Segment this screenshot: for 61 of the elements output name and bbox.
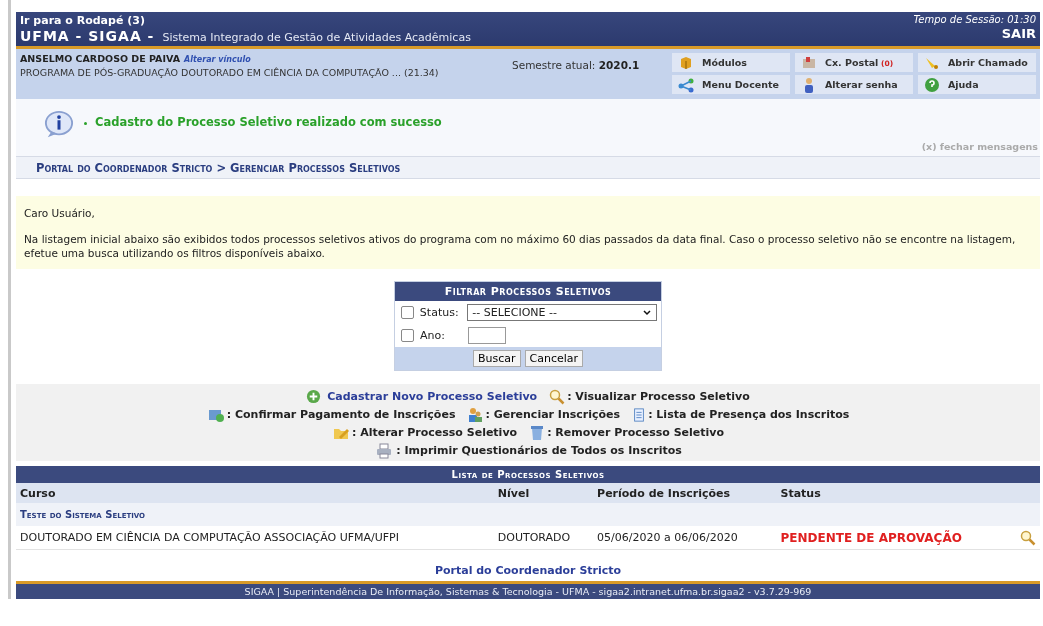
add-link[interactable]: Cadastrar Novo Processo Seletivo (327, 390, 538, 403)
help-icon (924, 76, 940, 93)
panel-title: Filtrar Processos Seletivos (395, 282, 661, 301)
column-header: Período de Inscrições (593, 483, 777, 503)
change-link[interactable]: Alterar vínculo (184, 55, 251, 64)
menu-item[interactable]: Menu Docente (672, 75, 790, 94)
session-timer: Tempo de Sessão: 01:30 (913, 14, 1036, 25)
legend-label: : Gerenciar Inscrições (485, 408, 621, 421)
chevron-down-icon (642, 308, 652, 317)
network-icon (678, 76, 694, 93)
menu-item[interactable]: Alterar senha (795, 75, 913, 94)
year-field[interactable] (468, 327, 506, 344)
semester-value: 2020.1 (598, 59, 640, 71)
menu-item[interactable]: Módulos (672, 53, 790, 72)
legend-label: : Remover Processo Seletivo (547, 426, 725, 439)
menu-item[interactable]: Abrir Chamado (918, 53, 1036, 72)
checkbox[interactable] (401, 329, 414, 342)
form-button[interactable]: Buscar (472, 350, 521, 367)
system-name: UFMA - SIGAA - (20, 28, 155, 44)
column-header: Nível (493, 483, 594, 503)
mailbox-icon (801, 54, 817, 71)
search-icon (549, 388, 566, 405)
semester-label: Semestre atual: (512, 59, 597, 71)
checkbox[interactable] (401, 306, 414, 319)
menu-item[interactable]: Ajuda (918, 75, 1036, 94)
notice-text: Na listagem inicial abaixo são exibidos todos processos seletivos ativos do programa com no máximo 60 dias passados da data final. Caso o processo seletivo não se encontre na listagem, efetue uma busca utilizando os filtros disponíveis abaixo. (24, 232, 1017, 260)
add-icon (306, 389, 322, 404)
logout-link[interactable]: SAIR (1001, 26, 1036, 41)
people-icon (467, 406, 484, 423)
table-cell: 05/06/2020 a 06/06/2020 (593, 526, 777, 550)
portal-link[interactable]: Portal do Coordenador Stricto (434, 564, 622, 577)
column-header: Status (776, 483, 1011, 503)
search-icon[interactable] (1020, 529, 1036, 546)
bullet-icon (84, 122, 87, 125)
box-icon (678, 54, 694, 71)
field-label: Ano: (420, 329, 446, 342)
info-icon (42, 109, 76, 139)
table-cell: DOUTORADO (493, 526, 594, 550)
table-title: Lista de Processos Seletivos (16, 466, 1040, 483)
legend-label: : Lista de Presença dos Inscritos (648, 408, 850, 421)
trash-icon (529, 424, 546, 441)
skip-link[interactable]: Ir para o Rodapé (3) (20, 14, 471, 27)
status-dropdown[interactable]: -- SELECIONE -- (467, 304, 657, 321)
greeting: Caro Usuário, (24, 206, 96, 220)
success-message: Cadastro do Processo Seletivo realizado com sucesso (95, 115, 442, 129)
document-icon (632, 406, 647, 423)
footer-text: SIGAA | Superintendência De Informação, Sistemas & Tecnologia - UFMA - sigaa2.intranet.ufma.br.sigaa2 - v3.7.29-969 (16, 581, 1040, 599)
column-header: Curso (16, 483, 494, 503)
legend-label: : Alterar Processo Seletivo (351, 426, 518, 439)
breadcrumb: Portal do Coordenador Stricto > Gerenciar Processos Seletivos (36, 161, 401, 175)
field-label: Status: (419, 306, 460, 319)
form-button[interactable]: Cancelar (524, 350, 584, 367)
status-cell: PENDENTE DE APROVAÇÃO (776, 526, 1011, 550)
program-name: PROGRAMA DE PÓS-GRADUAÇÃO DOUTORADO EM CIÊNCIA DA COMPUTAÇÃO ... (21.34) (20, 67, 440, 78)
legend-label: : Imprimir Questionários de Todos os Inscritos (396, 444, 682, 457)
legend-label: : Confirmar Pagamento de Inscrições (226, 408, 456, 421)
group-header: Teste do Sistema Seletivo (16, 503, 1040, 526)
table-cell: DOUTORADO EM CIÊNCIA DA COMPUTAÇÃO ASSOCIAÇÃO UFMA/UFPI (16, 526, 494, 550)
user-name: ANSELMO CARDOSO DE PAIVA (20, 53, 181, 64)
system-subtitle: Sistema Integrado de Gestão de Atividades Acadêmicas (162, 31, 471, 44)
legend-label: : Visualizar Processo Seletivo (567, 390, 750, 403)
